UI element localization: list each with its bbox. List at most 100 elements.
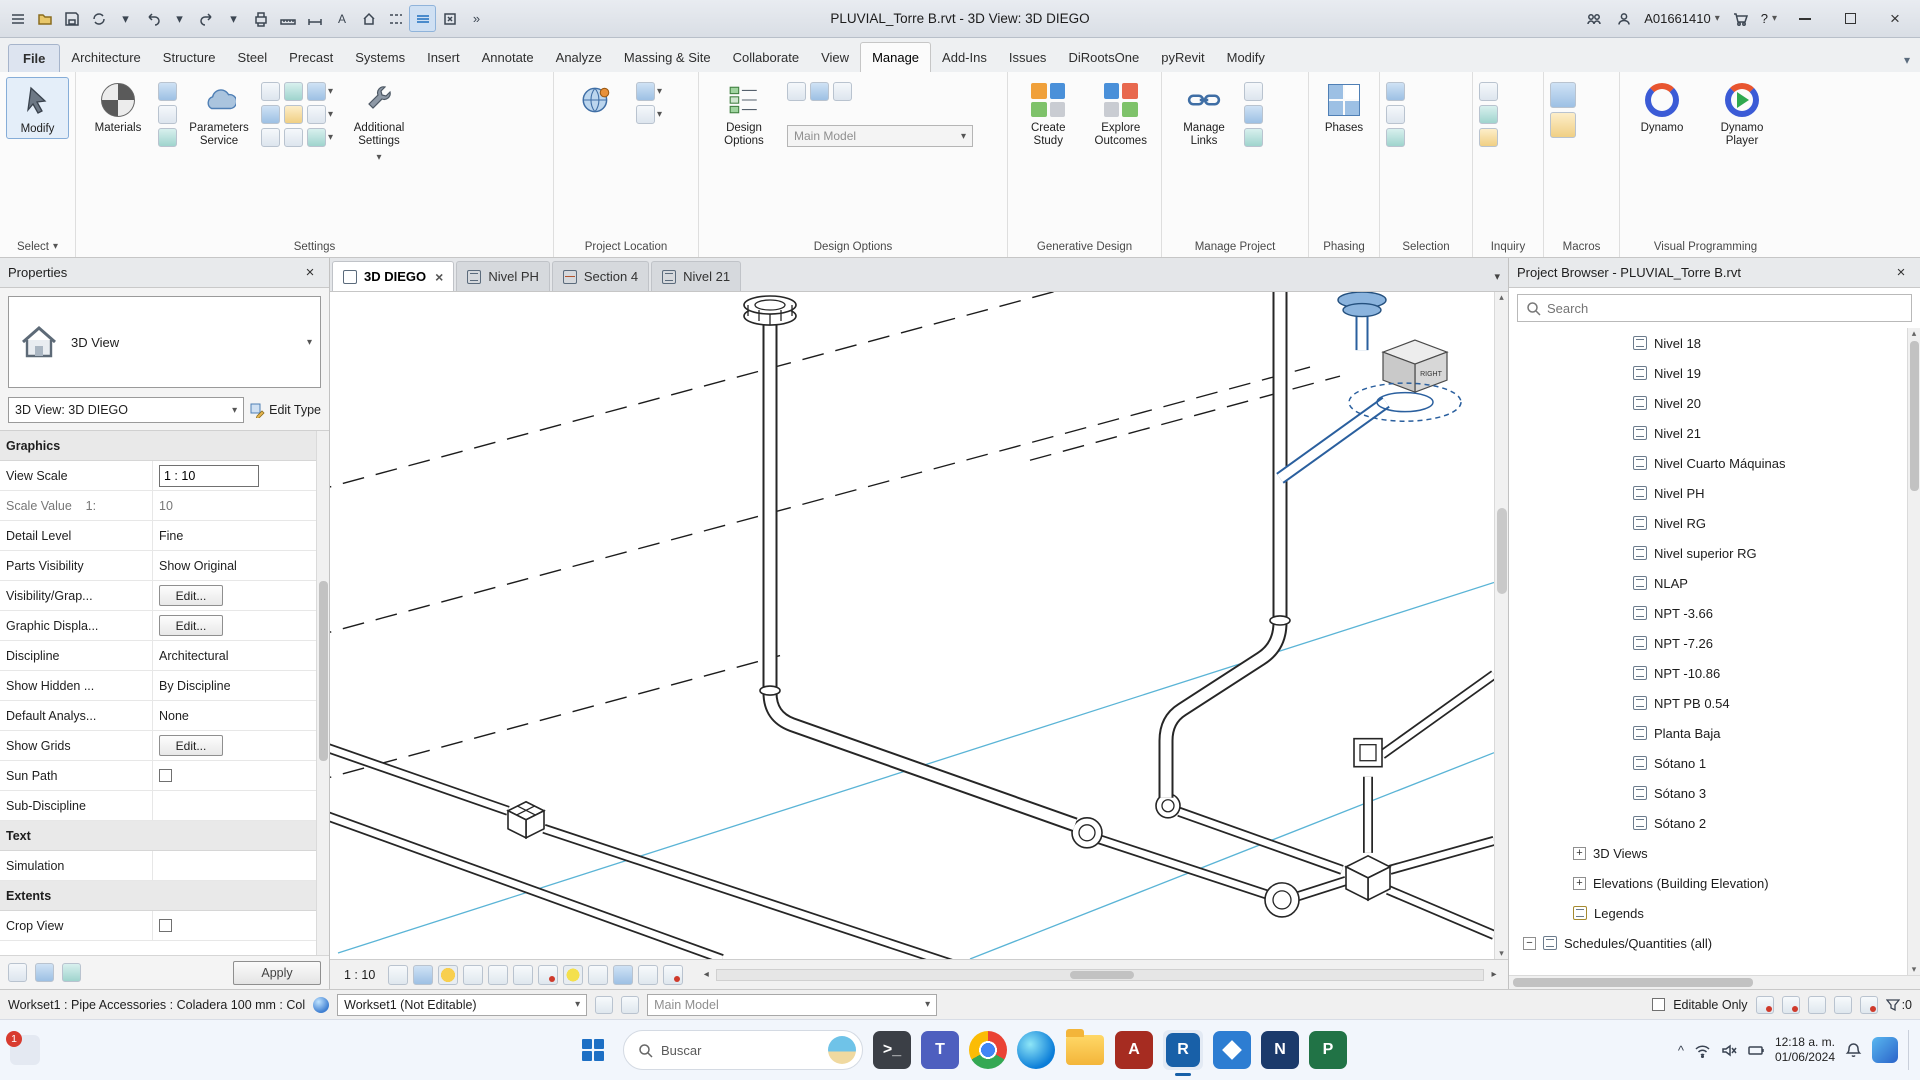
tab-add-ins[interactable]: Add-Ins <box>931 43 998 72</box>
save-selection-icon[interactable] <box>1386 82 1405 101</box>
browser-search-input[interactable] <box>1547 301 1903 316</box>
model-canvas[interactable]: RIGHT <box>330 292 1494 959</box>
tree-item-nlap[interactable]: NLAP <box>1509 568 1920 598</box>
tree-group-schedules[interactable]: −Schedules/Quantities (all) <box>1509 928 1920 958</box>
show-crop-region-icon[interactable] <box>513 965 533 985</box>
sort-ascending-icon[interactable] <box>35 963 54 982</box>
view-tab-3d-diego[interactable]: 3D DIEGO × <box>332 261 454 291</box>
show-hidden-value[interactable]: By Discipline <box>152 671 329 700</box>
tree-item-nivel-superior-rg[interactable]: Nivel superior RG <box>1509 538 1920 568</box>
project-information-icon[interactable] <box>158 128 177 147</box>
ids-of-selection-icon[interactable] <box>1479 82 1498 101</box>
transfer-standards-icon[interactable] <box>284 82 303 101</box>
modify-button[interactable]: Modify <box>6 77 69 139</box>
create-study-button[interactable]: Create Study <box>1014 77 1083 150</box>
sun-path-icon[interactable] <box>438 965 458 985</box>
option-settings-icon[interactable] <box>833 82 852 101</box>
properties-close-icon[interactable]: × <box>299 264 321 281</box>
notifications-bell-icon[interactable] <box>1845 1042 1862 1059</box>
tree-item-npt-1086[interactable]: NPT -10.86 <box>1509 658 1920 688</box>
qat-overflow-icon[interactable]: » <box>463 5 490 32</box>
tree-group-3d-views[interactable]: +3D Views <box>1509 838 1920 868</box>
canvas-vertical-scrollbar[interactable]: ▴ ▾ <box>1494 292 1508 959</box>
tree-group-legends[interactable]: Legends <box>1509 898 1920 928</box>
file-explorer-icon[interactable] <box>1065 1030 1105 1070</box>
autocad-icon[interactable]: A <box>1115 1031 1153 1069</box>
manage-images-icon[interactable] <box>1244 82 1263 101</box>
object-styles-icon[interactable] <box>158 82 177 101</box>
visual-style-icon[interactable] <box>413 965 433 985</box>
project-parameters-icon[interactable] <box>261 82 280 101</box>
dynamo-button[interactable]: Dynamo <box>1626 77 1698 137</box>
save-icon[interactable] <box>58 5 85 32</box>
section-graphics[interactable]: Graphics▴ <box>0 431 329 461</box>
browser-vertical-scrollbar[interactable]: ▴ ▾ <box>1907 328 1920 975</box>
warnings-icon[interactable] <box>1479 128 1498 147</box>
search-daily-image[interactable] <box>828 1036 856 1064</box>
tree-item-sotano-3[interactable]: Sótano 3 <box>1509 778 1920 808</box>
tab-analyze[interactable]: Analyze <box>545 43 613 72</box>
tab-massing-site[interactable]: Massing & Site <box>613 43 722 72</box>
detail-level-icon[interactable] <box>388 965 408 985</box>
measure-icon[interactable] <box>274 5 301 32</box>
show-grids-edit-button[interactable]: Edit... <box>159 735 223 756</box>
tab-annotate[interactable]: Annotate <box>471 43 545 72</box>
view-tab-nivel-21[interactable]: Nivel 21 <box>651 261 741 291</box>
project-icon[interactable]: P <box>1309 1031 1347 1069</box>
discipline-value[interactable]: Architectural <box>152 641 329 670</box>
select-by-id-icon[interactable] <box>1479 105 1498 124</box>
additional-settings-button[interactable]: Additional Settings ▾ <box>337 77 421 166</box>
project-browser-close-icon[interactable]: × <box>1890 264 1912 281</box>
shared-parameters-icon[interactable] <box>261 105 280 124</box>
selected-roof-strainer[interactable] <box>1338 292 1386 317</box>
materials-button[interactable]: Materials <box>82 77 154 137</box>
dynamo-player-button[interactable]: Dynamo Player <box>1702 77 1782 150</box>
tab-architecture[interactable]: Architecture <box>60 43 151 72</box>
tree-item-npt-366[interactable]: NPT -3.66 <box>1509 598 1920 628</box>
section-icon[interactable] <box>382 5 409 32</box>
sync-caret-icon[interactable]: ▾ <box>112 5 139 32</box>
ribbon-display-toggle-icon[interactable]: ▾ <box>1904 53 1910 67</box>
store-cart-icon[interactable] <box>1727 5 1754 32</box>
tab-steel[interactable]: Steel <box>227 43 279 72</box>
copilot-icon[interactable] <box>1872 1037 1898 1063</box>
global-parameters-icon[interactable] <box>261 128 280 147</box>
temporary-hide-isolate-icon[interactable] <box>538 965 558 985</box>
tab-file[interactable]: File <box>8 44 60 72</box>
tree-item-nivel-ph[interactable]: Nivel PH <box>1509 478 1920 508</box>
highlight-displacement-icon[interactable] <box>638 965 658 985</box>
sub-discipline-value[interactable] <box>152 791 329 820</box>
project-units-icon[interactable] <box>284 128 303 147</box>
tree-item-nivel-rg[interactable]: Nivel RG <box>1509 508 1920 538</box>
decal-types-icon[interactable] <box>1244 105 1263 124</box>
avatar-icon[interactable] <box>1610 5 1637 32</box>
coordinates-icon[interactable] <box>636 82 655 101</box>
add-to-set-icon[interactable] <box>810 82 829 101</box>
parts-visibility-value[interactable]: Show Original <box>152 551 329 580</box>
tab-modify[interactable]: Modify <box>1216 43 1276 72</box>
visibility-graphics-edit-button[interactable]: Edit... <box>159 585 223 606</box>
wifi-icon[interactable] <box>1694 1042 1711 1059</box>
tab-structure[interactable]: Structure <box>152 43 227 72</box>
tab-insert[interactable]: Insert <box>416 43 471 72</box>
show-analytical-model-icon[interactable] <box>613 965 633 985</box>
tree-group-elevations[interactable]: +Elevations (Building Elevation) <box>1509 868 1920 898</box>
reveal-constraints-icon[interactable] <box>663 965 683 985</box>
crop-view-icon[interactable] <box>488 965 508 985</box>
active-workset-dropdown[interactable]: Workset1 (Not Editable) ▾ <box>337 994 587 1016</box>
properties-filter-icon[interactable] <box>8 963 27 982</box>
redo-caret-icon[interactable]: ▾ <box>220 5 247 32</box>
reveal-hidden-elements-icon[interactable] <box>563 965 583 985</box>
crop-view-checkbox[interactable] <box>159 919 172 932</box>
sort-descending-icon[interactable] <box>62 963 81 982</box>
app-menu-icon[interactable] <box>4 5 31 32</box>
manage-links-button[interactable]: Manage Links <box>1168 77 1240 150</box>
panel-schedule-templates-icon[interactable] <box>307 128 326 147</box>
purge-unused-icon[interactable] <box>284 105 303 124</box>
select-underlay-icon[interactable] <box>1808 996 1826 1014</box>
active-design-option-dropdown[interactable]: Main Model ▾ <box>787 125 973 147</box>
account-menu[interactable]: A01661410 ▾ <box>1640 11 1724 26</box>
open-icon[interactable] <box>31 5 58 32</box>
minimize-button[interactable] <box>1784 0 1826 38</box>
expand-icon[interactable]: + <box>1573 847 1586 860</box>
